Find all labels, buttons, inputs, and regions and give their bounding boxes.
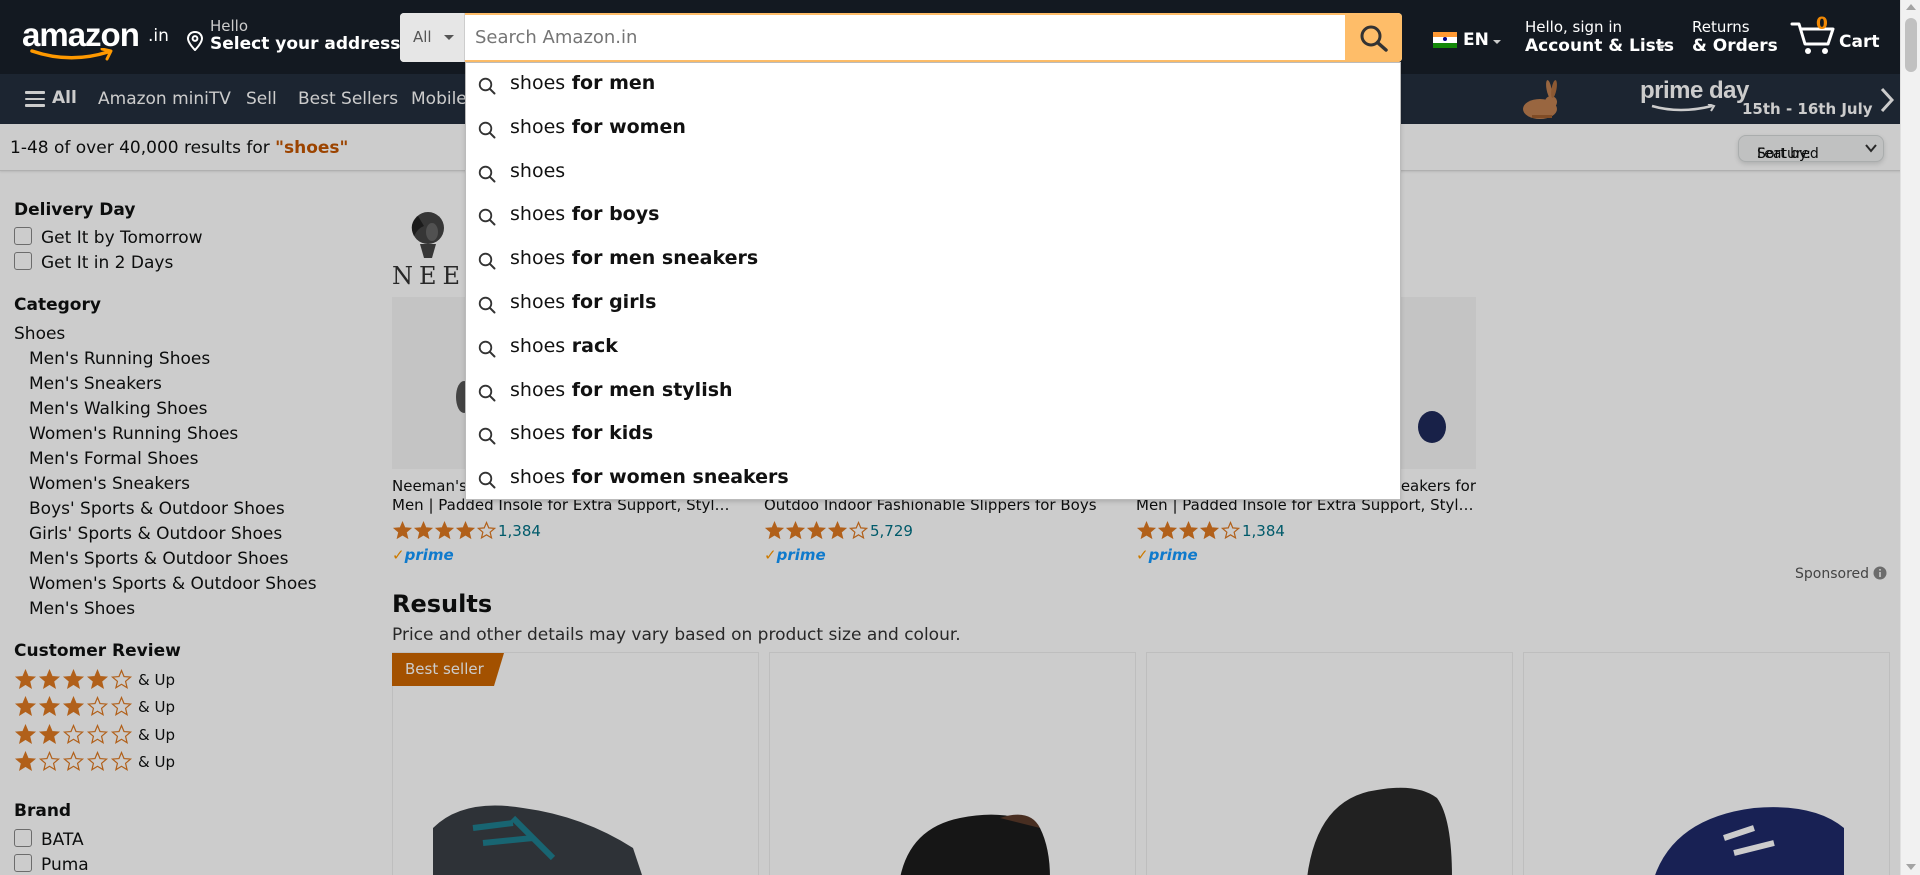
suggestion-text: shoes for kids [510, 422, 653, 444]
search-icon [478, 471, 496, 489]
suggestion-prefix: shoes [510, 334, 566, 357]
suggestion-text: shoes for men [510, 72, 655, 94]
page-scrollbar[interactable] [1900, 0, 1920, 875]
suggestion-suffix: for women sneakers [565, 466, 789, 489]
suggestion-prefix: shoes [510, 203, 566, 226]
search-suggestion[interactable]: shoes for kids [466, 413, 1400, 457]
suggestion-suffix: for boys [565, 203, 660, 226]
logo-tld: .in [148, 26, 169, 46]
search-suggestion[interactable]: shoes for men stylish [466, 370, 1400, 414]
caret-down-icon [444, 35, 454, 40]
returns-and-orders[interactable]: Returns & Orders [1692, 18, 1778, 56]
suggestion-text: shoes rack [510, 335, 618, 357]
amazon-logo[interactable]: amazon .in [20, 14, 169, 61]
suggestion-suffix: for girls [565, 291, 657, 313]
search-suggestion[interactable]: shoes rack [466, 326, 1400, 370]
search-suggestion[interactable]: shoes for girls [466, 282, 1400, 326]
language-code: EN [1463, 30, 1489, 50]
scrollbar-thumb[interactable] [1905, 18, 1917, 72]
suggestion-suffix: rack [565, 334, 618, 357]
cart-icon [1790, 22, 1835, 54]
suggestion-suffix: for women [565, 115, 686, 138]
suggestion-text: shoes for men sneakers [510, 247, 758, 269]
suggestion-prefix: shoes [510, 159, 566, 182]
search-suggestions-dropdown: shoes for men shoes for women shoes shoes f… [465, 62, 1401, 500]
suggestion-text: shoes for women [510, 116, 686, 138]
caret-down-icon [1658, 45, 1666, 49]
cart-label: Cart [1839, 32, 1880, 52]
account-label: Account & Lists [1525, 36, 1675, 56]
search-input[interactable] [465, 13, 1345, 62]
search-department-label: All [413, 28, 432, 46]
search-icon [478, 252, 496, 270]
suggestion-prefix: shoes [510, 115, 566, 138]
smile-icon [30, 48, 113, 61]
suggestion-text: shoes for men stylish [510, 379, 733, 401]
search-suggestion[interactable]: shoes for boys [466, 194, 1400, 238]
suggestion-prefix: shoes [510, 378, 566, 401]
suggestion-suffix: for men sneakers [565, 247, 759, 270]
search-icon [478, 384, 496, 402]
search-suggestion[interactable]: shoes for men sneakers [466, 238, 1400, 282]
cart-count: 0 [1816, 14, 1828, 34]
address-label: Select your address [210, 34, 401, 54]
account-and-lists[interactable]: Hello, sign in Account & Lists [1525, 18, 1675, 56]
search-button[interactable] [1345, 13, 1402, 62]
search-icon [478, 340, 496, 358]
scroll-up-arrow-icon[interactable] [1906, 4, 1916, 10]
caret-down-icon [1493, 40, 1501, 44]
search-suggestion[interactable]: shoes for men [466, 63, 1400, 107]
suggestion-prefix: shoes [510, 466, 566, 489]
suggestion-prefix: shoes [510, 422, 566, 445]
suggestion-prefix: shoes [510, 247, 566, 270]
search-suggestion[interactable]: shoes for women sneakers [466, 457, 1400, 501]
address-greeting: Hello [210, 17, 249, 35]
search-icon [478, 77, 496, 95]
suggestion-suffix: for men stylish [565, 378, 733, 401]
location-pin-icon [186, 31, 204, 51]
india-flag-icon [1433, 32, 1457, 48]
suggestion-suffix: for men [565, 72, 656, 94]
cart-button[interactable]: 0 Cart [1790, 14, 1890, 58]
search-icon [478, 428, 496, 445]
account-greeting: Hello, sign in [1525, 18, 1623, 36]
search-icon [478, 209, 496, 226]
search-icon [478, 121, 496, 139]
suggestion-text: shoes for boys [510, 203, 659, 225]
suggestion-text: shoes for women sneakers [510, 466, 789, 488]
search-suggestion[interactable]: shoes for women [466, 107, 1400, 151]
suggestion-prefix: shoes [510, 291, 566, 313]
search-icon [478, 165, 496, 183]
search-icon [478, 296, 496, 314]
returns-label: Returns [1692, 18, 1750, 36]
orders-label: & Orders [1692, 36, 1778, 56]
search-suggestion[interactable]: shoes [466, 151, 1400, 195]
suggestion-prefix: shoes [510, 72, 566, 94]
search-department-select[interactable]: All [400, 13, 465, 62]
suggestion-suffix: for kids [565, 422, 654, 445]
search-bar: All [400, 13, 1402, 62]
suggestion-text: shoes [510, 160, 565, 182]
suggestion-text: shoes for girls [510, 291, 656, 313]
search-icon [1360, 25, 1388, 52]
scroll-down-arrow-icon[interactable] [1906, 864, 1916, 870]
